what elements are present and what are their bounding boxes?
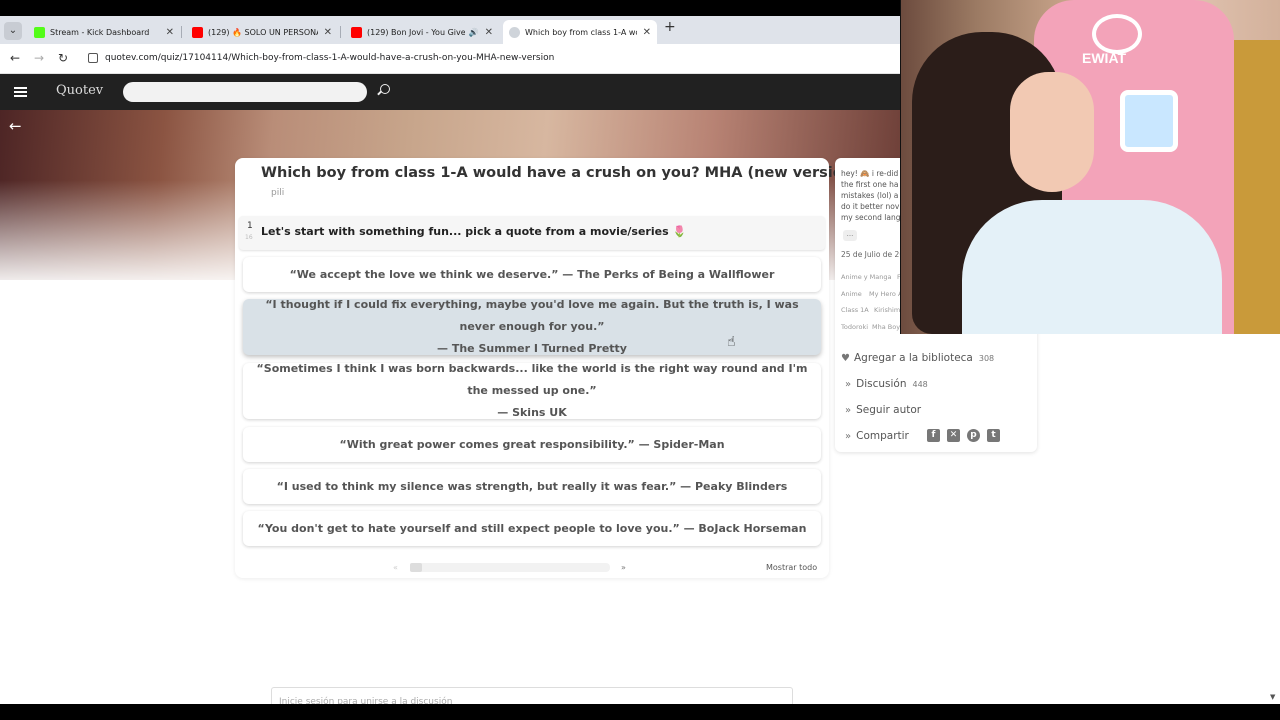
answer-text: “Sometimes I think I was born backwards.… [256,362,808,397]
action-label: Agregar a la biblioteca [853,352,973,364]
answer-text: “I thought if I could fix everything, ma… [265,298,799,333]
screen: ⌄ Stream - Kick Dashboard ✕ (129) 🔥 SOLO… [0,0,1280,720]
answer-text: “We accept the love we think we deserve.… [289,267,775,281]
chair-window [1120,90,1178,152]
answer-option[interactable]: “Sometimes I think I was born backwards.… [243,362,821,419]
hand-cursor-icon: ☝ [727,334,736,350]
reload-icon[interactable]: ↻ [58,51,68,65]
webcam-border [900,0,901,334]
streamer-shirt [962,200,1222,334]
question-scroller[interactable] [410,563,610,572]
action-label: Discusión [856,378,907,390]
answer-option[interactable]: “With great power comes great responsibi… [243,427,821,462]
x-icon[interactable]: ✕ [947,429,960,442]
close-tab-icon[interactable]: ✕ [324,27,332,38]
kick-favicon-icon [34,26,45,38]
question-number: 1 [247,221,253,231]
search-input[interactable] [123,82,367,102]
description-line: my second lang [841,213,901,222]
tag-link[interactable]: Kirishim [874,306,900,314]
back-icon[interactable]: ← [10,51,20,65]
site-info-icon[interactable] [88,53,98,63]
tab-title: (129) 🔥 SOLO UN PERSONAJE [208,27,318,37]
answer-text: “You don't get to hate yourself and stil… [257,521,807,535]
tab-strip: ⌄ Stream - Kick Dashboard ✕ (129) 🔥 SOLO… [0,16,900,44]
site-logo[interactable]: Quotev [56,83,103,98]
pager-prev-button[interactable]: « [393,563,398,572]
tag-link[interactable]: Mha Boyf [872,323,902,331]
chair-brand: EWIAT [1082,50,1127,66]
chevron-right-icon: » [845,404,852,416]
answer-option[interactable]: “We accept the love we think we deserve.… [243,257,821,292]
heart-icon: ♥ [841,352,850,364]
discussion-count: 448 [912,379,928,389]
answer-option[interactable]: “You don't get to hate yourself and stil… [243,511,821,546]
facebook-icon[interactable]: f [927,429,940,442]
pager-next-button[interactable]: » [621,563,626,572]
answer-source: — Skins UK [497,406,567,419]
close-tab-icon[interactable]: ✕ [166,27,174,38]
tumblr-icon[interactable]: t [987,429,1000,442]
description-line: mistakes (lol) a [841,191,899,200]
menu-icon[interactable] [14,87,27,97]
search-icon[interactable] [380,84,390,94]
tab-title: Which boy from class 1-A woul [525,27,637,37]
tab-quotev-quiz[interactable]: Which boy from class 1-A woul ✕ [503,20,657,44]
show-all-link[interactable]: Mostrar todo [766,563,817,572]
library-count: 308 [978,353,995,363]
tab-search-dropdown[interactable]: ⌄ [4,22,22,40]
speaker-icon[interactable]: 🔊 [469,28,479,37]
url-field[interactable]: quotev.com/quiz/17104114/Which-boy-from-… [105,53,554,63]
new-tab-button[interactable]: + [664,19,676,35]
answer-option[interactable]: “I used to think my silence was strength… [243,469,821,504]
tab-title: (129) Bon Jovi - You Give Lo [367,27,465,37]
tab-title: Stream - Kick Dashboard [50,27,150,37]
discussion-link[interactable]: » Discusión 448 [845,378,928,390]
answer-text: “I used to think my silence was strength… [276,479,788,493]
expand-description-button[interactable]: ... [843,230,857,241]
chair-logo-icon [1092,14,1142,54]
description-line: the first one ha [841,180,899,189]
tag-link[interactable]: Anime [841,290,862,298]
close-tab-icon[interactable]: ✕ [643,27,651,38]
quiz-description: hey! 🙈 i re-did the first one ha mistake… [841,168,901,223]
back-arrow-icon[interactable]: ← [9,117,22,135]
address-bar: ← → ↻ quotev.com/quiz/17104114/Which-boy… [0,44,900,74]
chevron-right-icon: » [845,430,852,442]
share-link[interactable]: » Compartir [845,430,909,442]
tab-youtube-bon-jovi[interactable]: (129) Bon Jovi - You Give Lo 🔊 ✕ [345,20,499,44]
youtube-favicon-icon [351,26,362,38]
loading-favicon-icon [509,26,520,38]
description-line: do it better nov [841,202,900,211]
action-label: Compartir [856,430,909,442]
tab-kick-dashboard[interactable]: Stream - Kick Dashboard ✕ [28,20,180,44]
site-header: Quotev [0,74,900,110]
youtube-favicon-icon [192,26,203,38]
tag-link[interactable]: Anime y Manga [841,273,892,281]
add-to-library-button[interactable]: ♥ Agregar a la biblioteca 308 [841,352,994,364]
publish-date: 25 de Julio de 20 [841,250,901,259]
quiz-title: Which boy from class 1-A would have a cr… [261,165,860,181]
forward-icon[interactable]: → [34,51,44,65]
chevron-right-icon: » [845,378,852,390]
question-total: 16 [245,234,253,241]
tag-link[interactable]: Todoroki [841,323,868,331]
action-label: Seguir autor [856,404,922,416]
pinterest-icon[interactable]: p [967,429,980,442]
answer-text: “With great power comes great responsibi… [339,437,725,451]
tab-separator [340,26,341,38]
streamer-face [1010,72,1094,192]
tag-link[interactable]: Class 1A [841,306,869,314]
scroll-down-icon[interactable]: ▼ [1270,693,1275,701]
quiz-author[interactable]: pili [271,188,284,198]
bottom-black-bar [0,704,1280,720]
follow-author-link[interactable]: » Seguir autor [845,404,921,416]
close-tab-icon[interactable]: ✕ [485,27,493,38]
tag-link[interactable]: My Hero A [869,290,902,298]
description-line: hey! 🙈 i re-did [841,169,899,178]
question-scroller-thumb[interactable] [410,563,422,572]
tab-youtube-solo-un-personaje[interactable]: (129) 🔥 SOLO UN PERSONAJE ✕ [186,20,338,44]
tab-separator [181,26,182,38]
question-text: Let's start with something fun... pick a… [261,225,687,238]
